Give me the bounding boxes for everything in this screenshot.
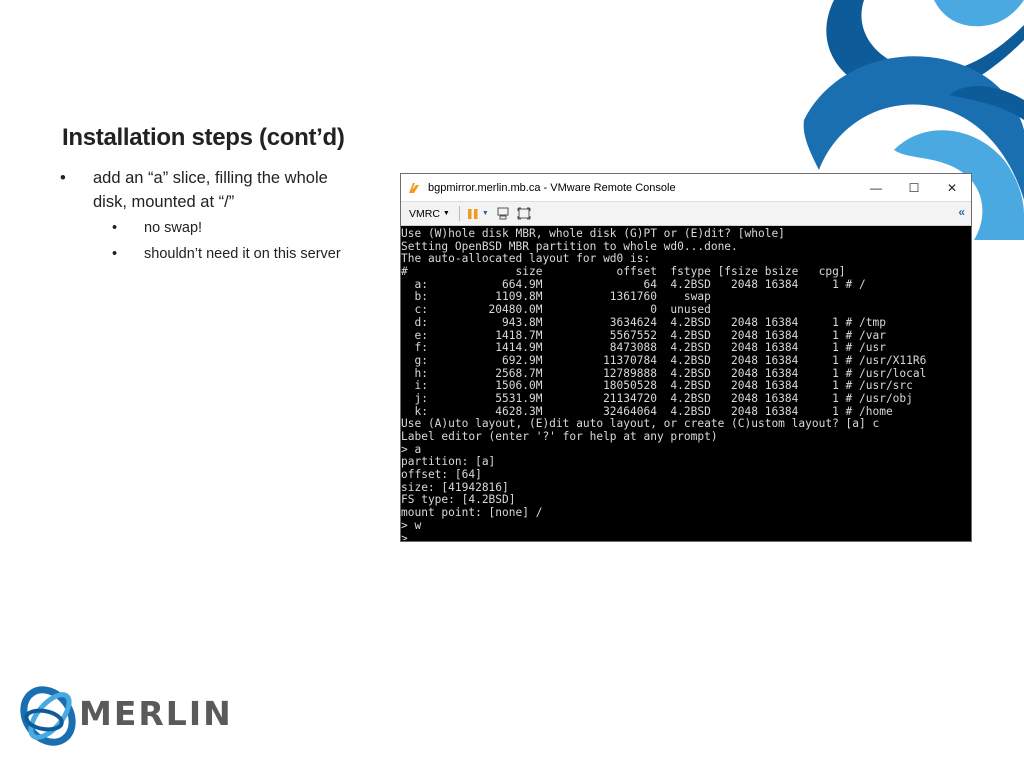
bullet-marker: • xyxy=(60,169,66,187)
bullet-marker: • xyxy=(112,220,118,236)
maximize-button[interactable]: ☐ xyxy=(895,174,933,201)
console-line: Label editor (enter '?' for help at any … xyxy=(401,430,718,443)
close-button[interactable]: ✕ xyxy=(933,174,971,201)
minimize-button[interactable]: — xyxy=(857,174,895,201)
window-titlebar[interactable]: bgpmirror.merlin.mb.ca - VMware Remote C… xyxy=(401,174,971,201)
console-line: mount point: [none] / xyxy=(401,506,543,520)
expand-panel-button[interactable]: « xyxy=(958,205,965,219)
console-line: > w xyxy=(401,518,422,532)
vmrc-menu-button[interactable]: VMRC ▼ xyxy=(409,208,450,220)
console-line: f: 1414.9M 8473088 4.2BSD 2048 16384 1 #… xyxy=(401,341,886,355)
console-line: j: 5531.9M 21134720 4.2BSD 2048 16384 1 … xyxy=(401,391,913,405)
send-ctrl-alt-del-button[interactable] xyxy=(496,207,510,220)
slide: Installation steps (cont’d) • add an “a”… xyxy=(0,0,1024,768)
chevron-down-icon: ▼ xyxy=(442,210,450,217)
console-line: d: 943.8M 3634624 4.2BSD 2048 16384 1 # … xyxy=(401,315,886,329)
sub-bullet-text: no swap! xyxy=(144,220,203,236)
fullscreen-button[interactable] xyxy=(517,207,531,220)
window-title: bgpmirror.merlin.mb.ca - VMware Remote C… xyxy=(428,181,676,194)
bullet-text-line2: disk, mounted at “/” xyxy=(93,193,235,211)
console-line: g: 692.9M 11370784 4.2BSD 2048 16384 1 #… xyxy=(401,353,927,367)
vmrc-toolbar: VMRC ▼ ▼ « xyxy=(401,201,971,226)
vmrc-window: bgpmirror.merlin.mb.ca - VMware Remote C… xyxy=(400,173,972,542)
devices-icon xyxy=(497,207,509,220)
bullet-marker: • xyxy=(112,246,118,262)
toolbar-divider xyxy=(458,206,460,221)
terminal-console[interactable]: Use (W)hole disk MBR, whole disk (G)PT o… xyxy=(401,226,971,540)
bullet-item-main: • add an “a” slice, filling the whole di… xyxy=(60,166,380,214)
pause-icon xyxy=(467,208,478,219)
fullscreen-icon xyxy=(517,207,531,220)
console-line: Use (W)hole disk MBR, whole disk (G)PT o… xyxy=(401,227,785,240)
sub-bullet-item: • no swap! xyxy=(60,216,380,240)
vmrc-menu-label: VMRC xyxy=(409,207,440,220)
sub-bullet-item: • shouldn’t need it on this server xyxy=(60,242,380,266)
window-controls: — ☐ ✕ xyxy=(857,174,971,201)
pause-button[interactable]: ▼ xyxy=(467,208,489,220)
bullet-list: • add an “a” slice, filling the whole di… xyxy=(60,166,380,266)
console-line: c: 20480.0M 0 unused xyxy=(401,303,711,317)
bullet-text-line1: add an “a” slice, filling the whole xyxy=(93,169,328,187)
vmrc-app-icon xyxy=(409,182,419,193)
console-line: offset: [64] xyxy=(401,468,482,482)
console-line: partition: [a] xyxy=(401,455,496,469)
sub-bullet-text: shouldn’t need it on this server xyxy=(144,246,341,262)
chevron-down-icon: ▼ xyxy=(481,210,489,217)
slide-title: Installation steps (cont’d) xyxy=(62,124,345,151)
console-line: > _ xyxy=(401,531,422,540)
logo-wordmark: MERLIN xyxy=(79,694,233,733)
console-line: # size offset fstype [fsize bsize cpg] xyxy=(401,265,846,279)
